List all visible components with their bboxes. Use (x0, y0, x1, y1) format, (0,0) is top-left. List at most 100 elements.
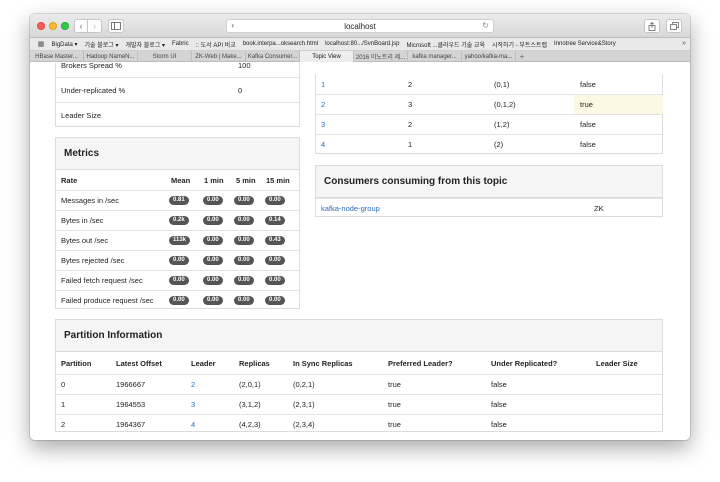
metric-cell: 0.00 (265, 291, 285, 310)
broker-id-link[interactable]: 1 (321, 74, 325, 94)
summary-value: 100 (238, 63, 251, 70)
metrics-header-15min: 15 min (266, 175, 290, 185)
preferred-leader-value: true (388, 420, 401, 429)
bookmark-item[interactable]: 기술 블로그 ▾ (81, 40, 122, 49)
broker-id-link[interactable]: 2 (321, 95, 325, 114)
more-bookmarks-icon[interactable]: » (682, 40, 686, 47)
metric-5min-badge: 0.00 (234, 276, 254, 285)
leader-link[interactable]: 4 (191, 415, 195, 434)
metric-cell: 0.00 (203, 251, 223, 270)
close-window-button[interactable] (37, 22, 45, 30)
metrics-header-rate: Rate (61, 175, 78, 185)
consumer-group-link[interactable]: kafka-node-group (321, 199, 380, 218)
tab-hbase-master[interactable]: HBase Master... (30, 51, 84, 62)
tab-kafka-manager[interactable]: kafka manager... (408, 51, 462, 62)
bookmark-item[interactable]: 시작하기 - 부트스트랩 (488, 40, 550, 49)
bookmark-item[interactable]: BigData ▾ (48, 41, 81, 48)
page-content: Brokers Spread % 100 Under-replicated % … (30, 63, 690, 440)
back-button[interactable]: ‹ (74, 19, 88, 33)
metric-15min-badge: 0.14 (265, 216, 285, 225)
metric-15min-badge: 0.43 (265, 236, 285, 245)
metric-cell: 0.00 (203, 231, 223, 250)
tab-storm-ui[interactable]: Storm UI (138, 51, 192, 62)
header-leader: Leader (191, 358, 216, 368)
preferred-leader-value: true (388, 400, 401, 409)
metrics-row: Bytes out /sec 113k 0.00 0.00 0.43 (56, 230, 299, 250)
tab-strip: HBase Master... Hadoop NameN... Storm UI… (30, 51, 690, 62)
leader-link[interactable]: 2 (191, 375, 195, 394)
plus-icon: + (519, 51, 525, 61)
broker-partitions: 3 (408, 100, 413, 109)
tab-yahoo-kafka-manager[interactable]: yahoo/kafka-ma... (462, 51, 516, 62)
metric-cell: 0.00 (234, 231, 254, 250)
tab-kafka-consumer[interactable]: Kafka Consumer... (246, 51, 300, 62)
metric-5min-badge: 0.00 (234, 256, 254, 265)
header-isr: In Sync Replicas (293, 358, 353, 368)
tab-zk-web[interactable]: ZK-Web | Make... (192, 51, 246, 62)
metric-cell: 0.00 (169, 251, 189, 270)
show-tabs-button[interactable] (666, 19, 682, 33)
tab-hadoop-namenode[interactable]: Hadoop NameN... (84, 51, 138, 62)
header-partition: Partition (61, 358, 92, 368)
metric-cell: 0.00 (169, 291, 189, 310)
partition-row: 2 1964367 4 (4,2,3) (2,3,4) true false (56, 414, 662, 434)
grid-icon[interactable]: ▦ (34, 40, 48, 48)
metric-1min-badge: 0.00 (203, 276, 223, 285)
leader-link[interactable]: 3 (191, 395, 195, 414)
metric-cell: 0.2k (169, 211, 189, 230)
partition-header-row: Partition Latest Offset Leader Replicas … (56, 352, 662, 374)
partition-id: 0 (61, 380, 66, 389)
metric-cell: 0.00 (234, 251, 254, 270)
bookmark-item[interactable]: Fabric (168, 41, 192, 47)
bookmark-item[interactable]: book.interpa...oksearch.html (239, 41, 321, 47)
metric-cell: 0.81 (169, 191, 189, 210)
partition-id: 1 (61, 400, 66, 409)
metric-1min-badge: 0.00 (203, 256, 223, 265)
metric-mean-badge: 0.81 (169, 196, 189, 205)
metric-cell: 0.14 (265, 211, 285, 230)
broker-id-link[interactable]: 3 (321, 115, 325, 134)
bookmark-item[interactable]: localhost:80.../SvnBoard.jsp (322, 41, 403, 47)
reload-icon[interactable]: ↻ (482, 21, 489, 30)
metrics-row: Failed produce request /sec 0.00 0.00 0.00 0… (56, 290, 299, 310)
metric-rate-label: Failed produce request /sec (61, 296, 154, 305)
metric-rate-label: Messages in /sec (61, 196, 119, 205)
sidebar-toggle-button[interactable] (108, 19, 124, 33)
tab-topic-view[interactable]: Topic View (300, 51, 354, 62)
metrics-row: Bytes rejected /sec 0.00 0.00 0.00 0.00 (56, 250, 299, 270)
tab-2016[interactable]: 2016 이노트리 제... (354, 51, 408, 62)
bookmark-item[interactable]: Microsoft ...클라우드 기술 교육 (403, 40, 489, 49)
metric-cell: 0.00 (234, 271, 254, 290)
forward-button[interactable]: › (88, 19, 102, 33)
isr-value: (0,2,1) (293, 380, 315, 389)
bookmark-item[interactable]: :: 도서 API 비교 (192, 40, 239, 49)
metric-cell: 0.00 (203, 291, 223, 310)
share-button[interactable] (644, 19, 660, 33)
header-leader-size: Leader Size (596, 358, 638, 368)
latest-offset: 1964367 (116, 420, 146, 429)
bookmark-item[interactable]: 개발자 블로그 ▾ (122, 40, 168, 49)
metric-1min-badge: 0.00 (203, 216, 223, 225)
metric-15min-badge: 0.00 (265, 256, 285, 265)
privacy-icon: ◐ (231, 21, 236, 30)
broker-id-link[interactable]: 4 (321, 135, 325, 154)
broker-skewed: false (580, 79, 596, 89)
metric-cell: 0.00 (234, 291, 254, 310)
bookmark-item[interactable]: Innotree Service&Story (551, 41, 620, 47)
chevron-left-icon: ‹ (79, 21, 83, 31)
minimize-window-button[interactable] (49, 22, 57, 30)
metric-cell: 0.00 (203, 271, 223, 290)
address-bar[interactable]: ◐ localhost ↻ (226, 19, 494, 33)
partition-info-title: Partition Information (56, 320, 662, 352)
metric-cell: 0.43 (265, 231, 285, 250)
metric-rate-label: Bytes in /sec (61, 216, 104, 225)
header-under-replicated: Under Replicated? (491, 358, 558, 368)
new-tab-button[interactable]: + (516, 51, 528, 61)
replicas-value: (4,2,3) (239, 420, 261, 429)
summary-label: Leader Size (61, 110, 102, 120)
metric-cell: 0.00 (203, 191, 223, 210)
zoom-window-button[interactable] (61, 22, 69, 30)
metric-5min-badge: 0.00 (234, 296, 254, 305)
metric-1min-badge: 0.00 (203, 196, 223, 205)
partition-info-panel: Partition Information Partition Latest O… (55, 319, 663, 432)
